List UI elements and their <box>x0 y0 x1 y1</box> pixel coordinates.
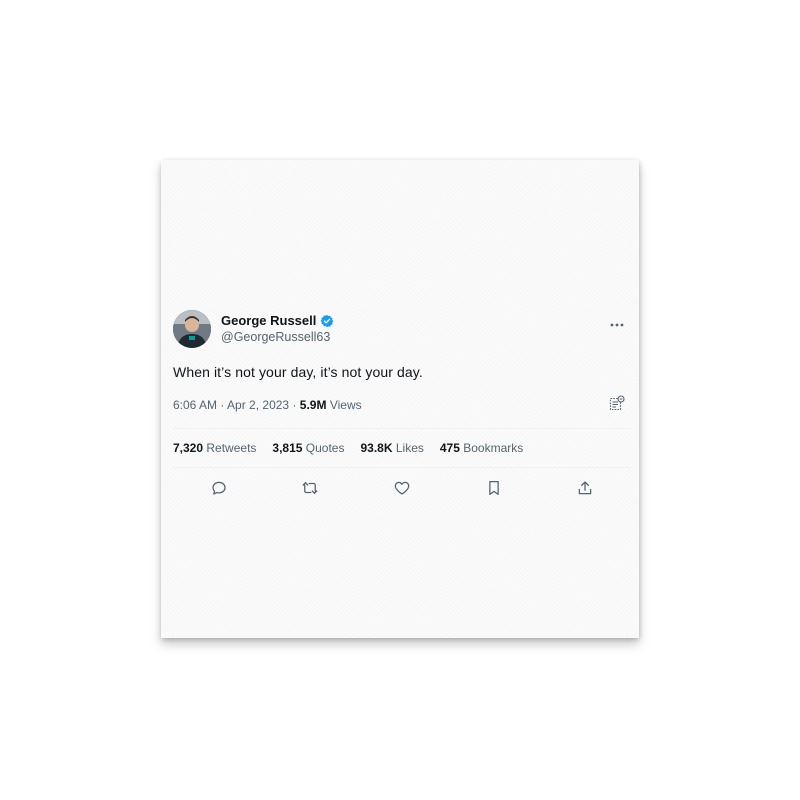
views-label: Views <box>329 398 362 412</box>
view-analytics-icon[interactable] <box>609 395 625 411</box>
like-icon[interactable] <box>392 478 412 498</box>
profile-photo-icon <box>173 310 211 348</box>
avatar[interactable] <box>173 310 211 348</box>
quotes-label: Quotes <box>305 441 345 455</box>
retweets-count: 7,320 <box>173 441 204 455</box>
canvas-print: George Russell @GeorgeRussell63 When it’… <box>161 160 639 638</box>
tweet-header: George Russell @GeorgeRussell63 <box>173 310 631 350</box>
verified-badge-icon <box>320 314 334 328</box>
name-row: George Russell <box>221 313 334 328</box>
more-options-icon[interactable] <box>609 316 625 327</box>
action-bar <box>173 468 631 504</box>
retweets-stat[interactable]: 7,320 Retweets <box>173 441 256 455</box>
engagement-stats: 7,320 Retweets 3,815 Quotes 93.8K Likes … <box>173 429 631 467</box>
retweet-icon[interactable] <box>300 478 320 498</box>
author-handle[interactable]: @GeorgeRussell63 <box>221 330 334 344</box>
bookmarks-stat[interactable]: 475 Bookmarks <box>440 441 523 455</box>
reply-icon[interactable] <box>209 478 229 498</box>
meta-separator: · <box>220 398 225 412</box>
bookmarks-label: Bookmarks <box>463 441 524 455</box>
likes-stat[interactable]: 93.8K Likes <box>360 441 423 455</box>
author-names: George Russell @GeorgeRussell63 <box>221 313 334 344</box>
likes-count: 93.8K <box>360 441 393 455</box>
bookmark-icon[interactable] <box>484 478 504 498</box>
quotes-count: 3,815 <box>272 441 303 455</box>
likes-label: Likes <box>395 441 424 455</box>
author-display-name[interactable]: George Russell <box>221 313 316 328</box>
tweet-card: George Russell @GeorgeRussell63 When it’… <box>173 310 631 504</box>
tweet-meta: 6:06 AM · Apr 2, 2023 · 5.9M Views <box>173 395 631 414</box>
bookmarks-count: 475 <box>439 441 460 455</box>
retweets-label: Retweets <box>206 441 257 455</box>
meta-separator: · <box>292 398 297 412</box>
quotes-stat[interactable]: 3,815 Quotes <box>272 441 344 455</box>
views-count: 5.9M <box>299 398 327 412</box>
tweet-date[interactable]: Apr 2, 2023 <box>227 398 289 412</box>
tweet-time[interactable]: 6:06 AM <box>173 398 217 412</box>
tweet-text: When it’s not your day, it’s not your da… <box>173 364 423 380</box>
share-icon[interactable] <box>575 478 595 498</box>
